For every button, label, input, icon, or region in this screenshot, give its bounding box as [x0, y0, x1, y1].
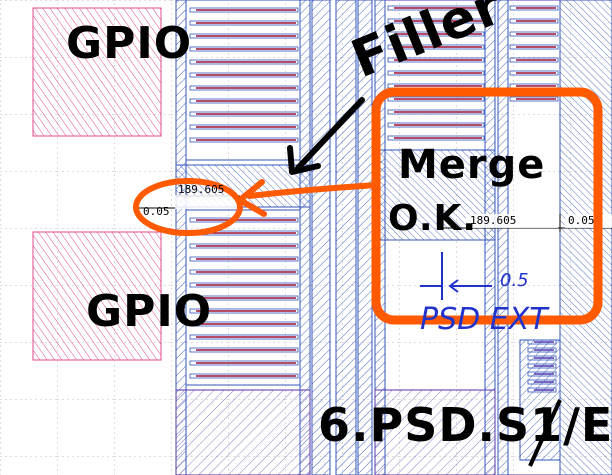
merge-label: Merge [398, 142, 546, 188]
psd-ext-label: PSD EXT [420, 302, 548, 337]
dimension-left-spacing: 0.05 [143, 205, 170, 218]
dimension-right-spacing: 0.05 [568, 214, 595, 227]
gap-value-label: 0.5 [500, 270, 529, 291]
dimension-left-value: 189.605 [178, 183, 225, 196]
rule-label: 6.PSD.S1/E [318, 398, 612, 452]
ok-label: O.K. [388, 198, 478, 239]
gpio-label-bottom: GPIO [86, 286, 213, 337]
gpio-label-top: GPIO [66, 18, 193, 69]
